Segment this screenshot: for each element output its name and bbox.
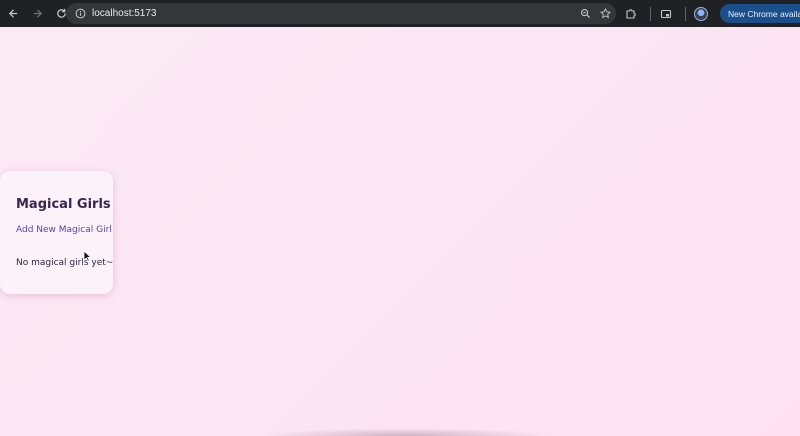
media-button[interactable]: [655, 3, 677, 25]
info-icon: [75, 8, 85, 19]
update-chrome-button[interactable]: New Chrome available ⋮: [720, 4, 800, 23]
media-icon: [660, 9, 672, 18]
page-title: Magical Girls: [16, 197, 111, 212]
star-icon: [599, 8, 611, 19]
profile-button[interactable]: [690, 3, 712, 25]
toolbar-separator: [650, 6, 651, 21]
magical-girls-card: Magical Girls Add New Magical Girl No ma…: [0, 171, 113, 294]
zoom-button[interactable]: [578, 7, 592, 21]
forward-button[interactable]: [26, 3, 48, 25]
avatar-icon: [694, 6, 708, 21]
update-label: New Chrome available: [728, 8, 800, 19]
bottom-shadow: [260, 428, 550, 436]
zoom-icon: [580, 9, 590, 19]
reload-icon: [56, 8, 66, 18]
back-button[interactable]: [2, 3, 24, 25]
toolbar-separator: [685, 6, 686, 21]
arrow-left-icon: [8, 9, 17, 18]
add-magical-girl-link[interactable]: Add New Magical Girl: [16, 225, 112, 235]
arrow-right-icon: [33, 9, 42, 18]
mouse-cursor-icon: [83, 250, 92, 262]
site-info-button[interactable]: [72, 6, 88, 22]
address-bar[interactable]: localhost:5173: [66, 3, 616, 24]
url-text[interactable]: localhost:5173: [92, 8, 157, 19]
extensions-button[interactable]: [620, 3, 642, 25]
empty-state-message: No magical girls yet~: [16, 258, 114, 268]
puzzle-icon: [626, 8, 636, 19]
bookmark-button[interactable]: [598, 7, 612, 21]
page-viewport: Magical Girls Add New Magical Girl No ma…: [0, 27, 800, 436]
browser-toolbar: localhost:5173 New Chrome available ⋮: [0, 0, 800, 27]
